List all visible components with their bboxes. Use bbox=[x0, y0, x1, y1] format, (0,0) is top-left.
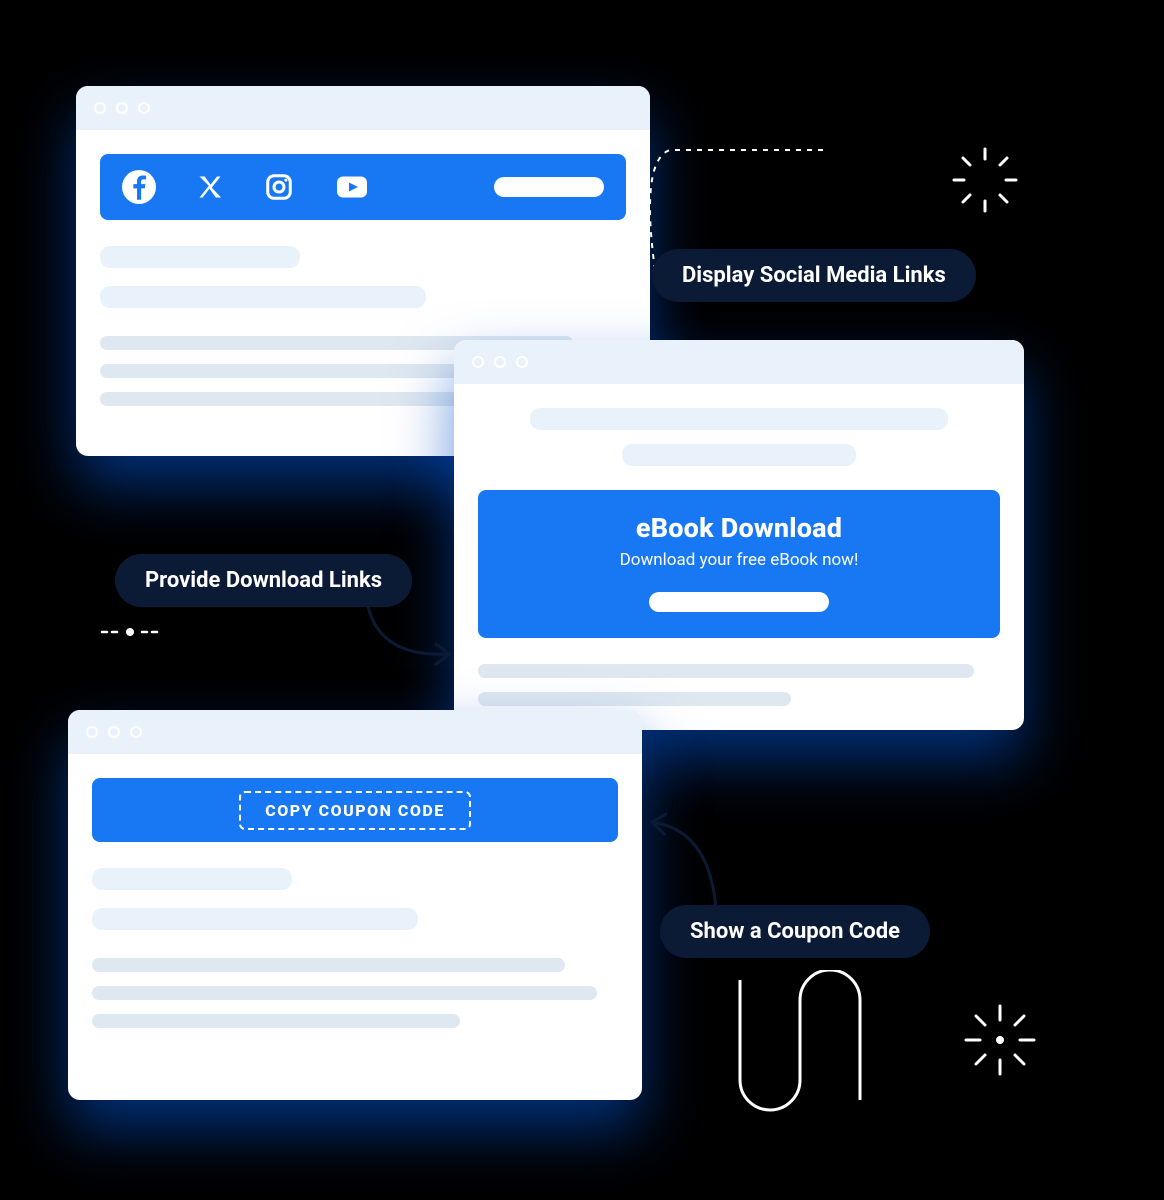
social-bar-action-pill[interactable] bbox=[494, 177, 604, 197]
coupon-button-label: COPY COUPON CODE bbox=[265, 801, 445, 820]
browser-card-coupon: COPY COUPON CODE bbox=[68, 710, 642, 1100]
copy-coupon-button[interactable]: COPY COUPON CODE bbox=[239, 791, 471, 830]
ebook-banner: eBook Download Download your free eBook … bbox=[478, 490, 1000, 638]
coupon-bar: COPY COUPON CODE bbox=[92, 778, 618, 842]
label-text: Provide Download Links bbox=[145, 568, 382, 593]
titlebar bbox=[454, 340, 1024, 384]
ebook-subtitle: Download your free eBook now! bbox=[498, 550, 980, 570]
ebook-download-button[interactable] bbox=[649, 592, 829, 612]
ebook-title: eBook Download bbox=[498, 512, 980, 544]
titlebar bbox=[76, 86, 650, 130]
sparkle-decoration bbox=[950, 145, 1020, 215]
label-social-media: Display Social Media Links bbox=[652, 249, 976, 302]
social-links-bar bbox=[100, 154, 626, 220]
label-coupon-code: Show a Coupon Code bbox=[660, 905, 930, 958]
sparkle-decoration bbox=[960, 1000, 1040, 1080]
label-text: Show a Coupon Code bbox=[690, 919, 900, 944]
youtube-icon[interactable] bbox=[334, 169, 370, 205]
label-text: Display Social Media Links bbox=[682, 263, 946, 288]
titlebar bbox=[68, 710, 642, 754]
sparkle-decoration-small bbox=[100, 612, 160, 652]
instagram-icon[interactable] bbox=[264, 172, 294, 202]
facebook-icon[interactable] bbox=[122, 170, 156, 204]
label-download-links: Provide Download Links bbox=[115, 554, 412, 607]
x-twitter-icon[interactable] bbox=[196, 173, 224, 201]
loops-decoration bbox=[710, 970, 930, 1140]
browser-card-ebook: eBook Download Download your free eBook … bbox=[454, 340, 1024, 730]
